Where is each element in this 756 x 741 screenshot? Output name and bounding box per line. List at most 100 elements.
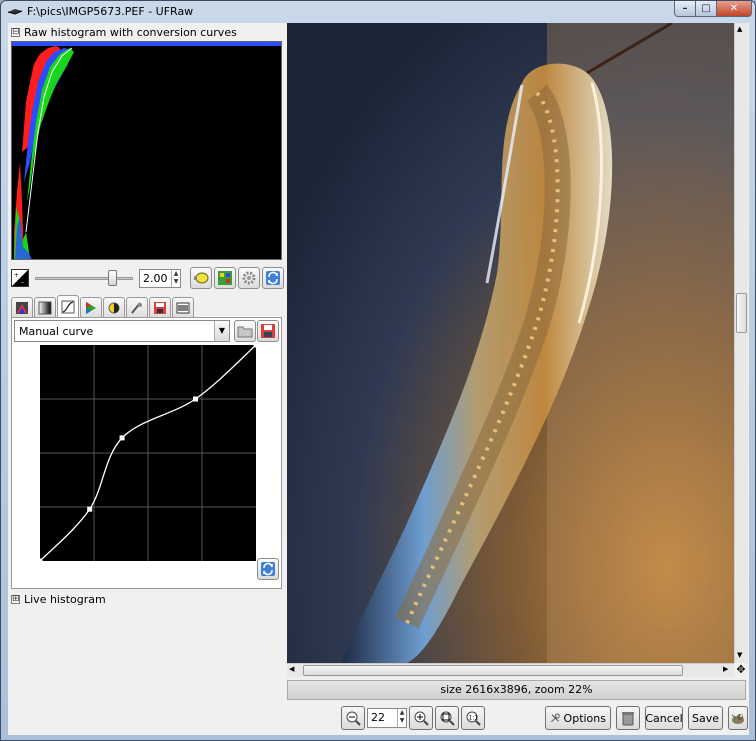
options-button[interactable]: Options bbox=[545, 706, 611, 730]
tab-color-management[interactable] bbox=[80, 297, 102, 317]
refresh-icon bbox=[261, 562, 275, 576]
white-balance-icon bbox=[16, 301, 28, 314]
curve-control-point[interactable] bbox=[87, 506, 93, 512]
raw-histogram-plot bbox=[12, 42, 281, 259]
tab-luminosity[interactable] bbox=[103, 297, 125, 317]
horizontal-scrollbar[interactable]: ◀ ▶ bbox=[287, 663, 734, 677]
zoom-spinbox[interactable]: 22 ▲ ▼ bbox=[367, 708, 407, 728]
bottom-toolbar: 22 ▲ ▼ 1:1 Options Cancel Save bbox=[287, 703, 749, 733]
live-histogram-expander[interactable]: ⊞ Live histogram bbox=[11, 591, 106, 607]
raw-histogram-label: Raw histogram with conversion curves bbox=[24, 25, 237, 39]
client-area: ⊟ Raw histogram with conversion curves +… bbox=[8, 23, 749, 735]
raw-histogram[interactable] bbox=[11, 41, 282, 260]
curve-editor[interactable] bbox=[37, 342, 259, 564]
zoom-in-button[interactable] bbox=[409, 706, 433, 730]
chevron-down-icon[interactable]: ▼ bbox=[214, 321, 229, 341]
curve-control-point[interactable] bbox=[193, 396, 199, 402]
color-management-icon bbox=[86, 301, 96, 314]
svg-text:+: + bbox=[14, 272, 19, 279]
curve-control-point[interactable] bbox=[119, 435, 125, 441]
horizontal-scroll-thumb[interactable] bbox=[303, 665, 683, 676]
curve-plot[interactable] bbox=[37, 342, 259, 564]
restore-details-button[interactable] bbox=[238, 267, 260, 289]
zoom-out-button[interactable] bbox=[341, 706, 365, 730]
title-bar[interactable]: F:\pics\IMGP5673.PEF - UFRaw – □ ✕ bbox=[1, 1, 755, 23]
reset-curve-button[interactable] bbox=[257, 558, 279, 580]
folder-icon bbox=[237, 326, 253, 338]
expand-icon: ⊞ bbox=[11, 593, 20, 604]
curve-control-point[interactable] bbox=[253, 342, 259, 348]
curve-preset-select[interactable]: Manual curve ▼ bbox=[14, 320, 230, 342]
raw-histogram-expander[interactable]: ⊟ Raw histogram with conversion curves bbox=[11, 24, 237, 40]
image-preview[interactable] bbox=[287, 23, 734, 663]
delete-button[interactable] bbox=[616, 706, 640, 730]
curve-icon bbox=[61, 300, 75, 313]
save-label: Save bbox=[692, 711, 720, 725]
zoom-in-icon bbox=[414, 711, 429, 726]
save-curve-button[interactable] bbox=[257, 320, 279, 342]
lightbulb-icon bbox=[194, 272, 209, 284]
zoom-100-button[interactable]: 1:1 bbox=[461, 706, 485, 730]
options-label: Options bbox=[563, 711, 606, 725]
exposure-spinbox[interactable]: 2.00 ▲ ▼ bbox=[139, 269, 181, 288]
tab-lens[interactable] bbox=[126, 297, 148, 317]
gear-icon bbox=[242, 271, 256, 285]
vertical-scroll-thumb[interactable] bbox=[736, 293, 747, 333]
scroll-left-icon[interactable]: ◀ bbox=[289, 665, 294, 673]
tab-grayscale[interactable] bbox=[34, 297, 56, 317]
color-grid-icon bbox=[218, 271, 232, 285]
zoom-value: 22 bbox=[371, 711, 385, 724]
zoom-fit-button[interactable] bbox=[435, 706, 459, 730]
minimize-button[interactable]: – bbox=[674, 1, 696, 17]
save-icon bbox=[261, 324, 275, 338]
luminosity-icon bbox=[108, 302, 120, 313]
pan-icon[interactable]: ✥ bbox=[734, 663, 748, 677]
zoom-spin-arrows-icon[interactable]: ▲ ▼ bbox=[397, 709, 406, 727]
exif-icon bbox=[176, 302, 190, 313]
lens-icon bbox=[131, 301, 142, 314]
curve-control-point[interactable] bbox=[37, 558, 43, 564]
preview-image bbox=[287, 23, 734, 663]
cancel-button[interactable]: Cancel bbox=[645, 706, 683, 730]
save-settings-icon bbox=[154, 301, 166, 314]
auto-adjust-exposure-button[interactable] bbox=[190, 267, 212, 289]
left-panel: ⊟ Raw histogram with conversion curves +… bbox=[8, 23, 284, 735]
spin-arrows-icon[interactable]: ▲ ▼ bbox=[171, 270, 180, 287]
settings-tabs bbox=[11, 295, 282, 317]
load-curve-button[interactable] bbox=[234, 320, 256, 342]
reset-exposure-button[interactable] bbox=[262, 267, 284, 289]
tab-exif[interactable] bbox=[172, 297, 194, 317]
exposure-icon: + – bbox=[11, 269, 29, 287]
exposure-slider-track[interactable] bbox=[35, 277, 133, 280]
scroll-up-icon[interactable]: ▲ bbox=[737, 25, 742, 33]
histogram-blue-top bbox=[12, 42, 281, 46]
scroll-right-icon[interactable]: ▶ bbox=[723, 665, 728, 673]
exposure-value: 2.00 bbox=[143, 272, 168, 285]
trash-can-icon bbox=[622, 712, 634, 726]
tab-base-curve[interactable] bbox=[57, 295, 79, 317]
curve-preset-value: Manual curve bbox=[19, 325, 94, 338]
exposure-row: + – 2.00 ▲ ▼ bbox=[11, 266, 284, 292]
grayscale-icon bbox=[38, 301, 52, 314]
zoom-fit-icon bbox=[440, 711, 455, 726]
options-tools-icon bbox=[550, 713, 560, 723]
vertical-scrollbar[interactable]: ▲ ▼ bbox=[734, 23, 748, 663]
close-button[interactable]: ✕ bbox=[716, 1, 752, 17]
gimp-icon bbox=[731, 714, 744, 724]
tab-white-balance[interactable] bbox=[11, 297, 33, 317]
zoom-actual-size-icon: 1:1 bbox=[466, 711, 481, 726]
window-title: F:\pics\IMGP5673.PEF - UFRaw bbox=[27, 5, 194, 18]
scroll-down-icon[interactable]: ▼ bbox=[737, 651, 742, 659]
save-button[interactable]: Save bbox=[688, 706, 723, 730]
exposure-slider-handle[interactable] bbox=[107, 270, 117, 286]
ufraw-app-icon bbox=[7, 9, 23, 15]
zoom-out-icon bbox=[346, 711, 361, 726]
refresh-icon bbox=[266, 271, 280, 285]
image-size-zoom-status: size 2616x3896, zoom 22% bbox=[440, 683, 593, 696]
tab-save[interactable] bbox=[149, 297, 171, 317]
live-histogram-label: Live histogram bbox=[24, 592, 106, 606]
maximize-button[interactable]: □ bbox=[695, 1, 717, 17]
ufraw-window: F:\pics\IMGP5673.PEF - UFRaw – □ ✕ ⊟ Raw… bbox=[0, 0, 756, 741]
send-to-gimp-button[interactable] bbox=[728, 706, 748, 730]
clip-highlights-button[interactable] bbox=[214, 267, 236, 289]
